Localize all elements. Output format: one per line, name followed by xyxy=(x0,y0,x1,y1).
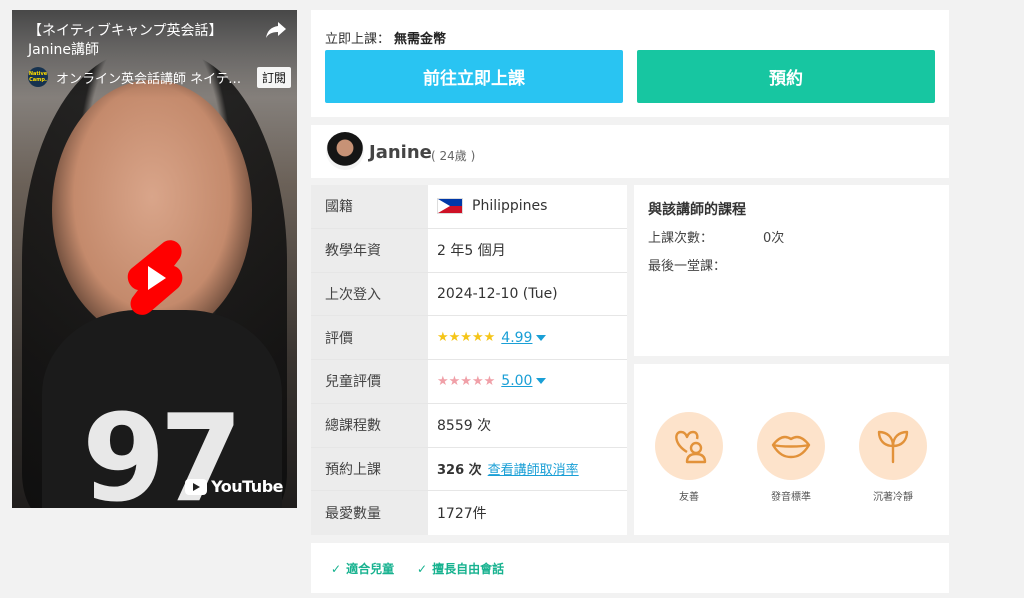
cancel-rate-link[interactable]: 查看講師取消率 xyxy=(488,459,579,478)
trait-pronunciation: 發音標準 xyxy=(756,412,826,503)
info-key: 國籍 xyxy=(311,185,428,228)
youtube-label: YouTube xyxy=(211,477,283,496)
check-icon: ✓ xyxy=(417,561,428,576)
instant-lesson-value: 無需金幣 xyxy=(394,32,447,47)
friendly-person-icon xyxy=(655,412,723,480)
trait-label: 沉著冷靜 xyxy=(873,492,913,503)
youtube-logo[interactable]: YouTube xyxy=(185,477,283,496)
teacher-traits-card: 友善 發音標準 沉著冷靜 xyxy=(634,364,949,535)
caret-down-icon[interactable] xyxy=(536,334,547,341)
last-login-value: 2024-12-10 (Tue) xyxy=(437,285,558,302)
video-player[interactable]: 97 【ネイティブキャンプ英会話】 Janine講師 Native Camp. … xyxy=(12,10,297,508)
instant-lesson-key: 立即上課： xyxy=(325,32,391,47)
youtube-icon xyxy=(185,478,208,495)
reserve-button[interactable]: 預約 xyxy=(637,50,935,103)
reserved-value: 326 次 xyxy=(437,463,482,479)
nationality-value: Philippines xyxy=(472,198,548,215)
tag-free-talk: ✓ 擅長自由會話 xyxy=(417,560,504,577)
philippines-flag-icon xyxy=(437,198,463,215)
channel-logo-icon[interactable]: Native Camp. xyxy=(28,67,48,87)
tag-label: 擅長自由會話 xyxy=(432,562,505,576)
info-key: 兒童評價 xyxy=(311,360,428,403)
info-value: ★★★★★ 5.00 xyxy=(428,360,627,403)
teacher-tags-card: ✓ 適合兒童 ✓ 擅長自由會話 xyxy=(311,543,949,593)
course-history-card: 與該講師的課程 上課次數： 0次 最後一堂課： xyxy=(634,185,949,356)
info-key: 教學年資 xyxy=(311,228,428,272)
info-key: 最愛數量 xyxy=(311,491,428,535)
total-lessons-value: 8559 次 xyxy=(437,418,492,435)
info-key: 評價 xyxy=(311,316,428,359)
info-row-kids-rating: 兒童評價 ★★★★★ 5.00 xyxy=(311,360,627,404)
info-row-favorites: 最愛數量 1727件 xyxy=(311,491,627,535)
info-value: Philippines xyxy=(428,185,627,228)
kids-rating-link[interactable]: 5.00 xyxy=(501,373,532,389)
course-history-title: 與該講師的課程 xyxy=(648,202,746,218)
booking-card: 立即上課： 無需金幣 前往立即上課 預約 xyxy=(311,10,949,117)
rating-link[interactable]: 4.99 xyxy=(501,330,532,346)
sprout-icon xyxy=(859,412,927,480)
rating-stars-icon: ★★★★★ xyxy=(437,330,496,346)
info-row-experience: 教學年資 2 年5 個月 xyxy=(311,228,627,273)
lips-icon xyxy=(757,412,825,480)
play-button-icon[interactable] xyxy=(124,238,186,318)
teacher-name: Janine xyxy=(369,142,432,163)
info-row-total-lessons: 總課程數 8559 次 xyxy=(311,403,627,448)
info-key: 預約上課 xyxy=(311,447,428,491)
share-icon[interactable] xyxy=(265,20,287,40)
info-row-reserved: 預約上課 326 次 查看講師取消率 xyxy=(311,447,627,492)
lesson-count-value: 0次 xyxy=(763,231,785,246)
teacher-info-table: 國籍 Philippines 教學年資 2 年5 個月 上次登入 2024-12… xyxy=(311,185,627,535)
avatar xyxy=(326,132,364,170)
lesson-count-label: 上課次數： xyxy=(648,231,714,246)
trait-friendly: 友善 xyxy=(654,412,724,503)
last-lesson-label: 最後一堂課： xyxy=(648,259,727,274)
info-row-last-login: 上次登入 2024-12-10 (Tue) xyxy=(311,272,627,317)
trait-label: 發音標準 xyxy=(771,492,811,503)
caret-down-icon[interactable] xyxy=(536,378,547,385)
tag-label: 適合兒童 xyxy=(346,562,395,576)
trait-label: 友善 xyxy=(679,492,699,503)
start-lesson-now-button[interactable]: 前往立即上課 xyxy=(325,50,623,103)
video-channel-row: Native Camp. オンライン英会話講師 ネイティ… 訂閱 xyxy=(28,66,291,88)
tag-kids: ✓ 適合兒童 xyxy=(331,560,394,577)
subscribe-button[interactable]: 訂閱 xyxy=(256,66,291,88)
kids-rating-stars-icon: ★★★★★ xyxy=(437,373,496,389)
teacher-age: ( 24歲 ) xyxy=(431,149,476,163)
info-row-rating: 評價 ★★★★★ 4.99 xyxy=(311,316,627,360)
channel-name[interactable]: オンライン英会話講師 ネイティ… xyxy=(56,68,249,87)
info-value: 326 次 查看講師取消率 xyxy=(428,448,627,491)
favorites-value: 1727件 xyxy=(437,506,487,523)
info-value: ★★★★★ 4.99 xyxy=(428,316,627,359)
info-key: 上次登入 xyxy=(311,272,428,316)
trait-calm: 沉著冷靜 xyxy=(858,412,928,503)
teacher-header-card: Janine ( 24歲 ) xyxy=(311,125,949,178)
info-key: 總課程數 xyxy=(311,403,428,447)
experience-value: 2 年5 個月 xyxy=(437,243,506,260)
check-icon: ✓ xyxy=(331,561,342,576)
video-title[interactable]: 【ネイティブキャンプ英会話】 Janine講師 xyxy=(28,22,258,60)
instant-lesson-label: 立即上課： 無需金幣 xyxy=(325,28,446,47)
info-row-nationality: 國籍 Philippines xyxy=(311,185,627,229)
